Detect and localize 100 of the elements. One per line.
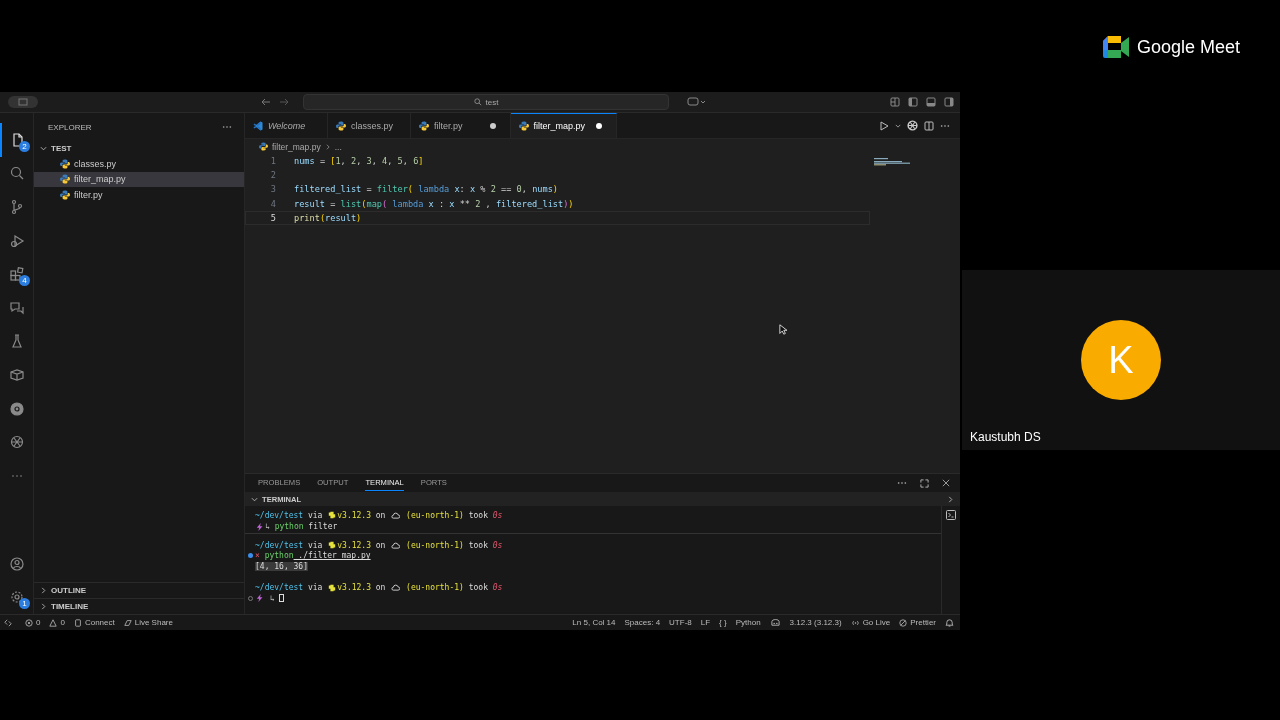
terminal-text: ~/dev/test: [255, 510, 304, 520]
chevron-icon: [40, 145, 47, 152]
caret-icon[interactable]: [895, 122, 901, 129]
cloud-icon: [391, 541, 401, 549]
folder-item[interactable]: TEST: [34, 141, 244, 156]
error-count[interactable]: 0: [25, 618, 41, 627]
code-line: result = list(map( lambda x : x ** 2 , filtered_list)): [294, 198, 574, 209]
terminal-text: via: [307, 510, 324, 520]
breadcrumb-item[interactable]: ...: [334, 141, 342, 152]
error-icon: [25, 618, 33, 627]
file-link[interactable]: ./filter_map.py: [293, 551, 371, 561]
sidebar-title: EXPLORER: [48, 122, 92, 132]
line-number: 5: [269, 212, 277, 223]
participant-name: Kaustubh DS: [970, 430, 1041, 444]
prettier-icon: [899, 618, 908, 627]
maximize-icon[interactable]: [920, 478, 929, 488]
terminal-text: v3.12.3: [337, 583, 371, 593]
editor-tab[interactable]: filter.py: [411, 113, 511, 138]
knot-icon[interactable]: [907, 120, 918, 131]
search-icon: [8, 165, 25, 182]
box-icon: [8, 366, 25, 383]
editor-tab[interactable]: classes.py: [328, 113, 411, 138]
layout-toggle-icon[interactable]: [8, 96, 38, 108]
breadcrumb-item[interactable]: filter_map.py: [272, 141, 321, 152]
terminal-icon[interactable]: [946, 510, 956, 520]
chevron-icon[interactable]: [947, 495, 954, 503]
back-arrow-icon[interactable]: [261, 97, 271, 107]
status-item[interactable]: Python: [735, 618, 761, 627]
terminal-text: on: [374, 540, 387, 550]
go-live-button[interactable]: Go Live: [850, 618, 891, 627]
terminal-text: via: [307, 583, 324, 593]
terminal-text: python: [273, 522, 304, 532]
status-item[interactable]: 3.12.3 (3.12.3): [789, 618, 842, 627]
meet-brand: Google Meet: [1136, 36, 1240, 58]
status-item[interactable]: Spaces: 4: [624, 618, 661, 627]
status-item[interactable]: Ln 5, Col 14: [572, 618, 616, 627]
copilot-icon[interactable]: [769, 618, 781, 627]
remote-icon: [4, 618, 12, 627]
terminal-text: python: [263, 551, 294, 561]
status-item[interactable]: LF: [700, 618, 711, 627]
layout-icon[interactable]: [908, 97, 918, 107]
layout-icon[interactable]: [890, 97, 900, 107]
account-icon: [8, 555, 25, 572]
status-item[interactable]: UTF-8: [669, 618, 692, 627]
debug-icon: [8, 232, 25, 249]
layout-icon[interactable]: [926, 97, 936, 107]
connect-button[interactable]: Connect: [73, 618, 115, 627]
more-icon[interactable]: [222, 125, 232, 129]
cloud-icon: [391, 511, 401, 519]
terminal-text: ~/dev/test: [255, 540, 304, 550]
command-marker[interactable]: [247, 553, 253, 559]
prettier-button[interactable]: Prettier: [899, 618, 936, 627]
terminal-text: ×: [255, 551, 260, 561]
terminal-output: [4, 16, 36]: [255, 562, 308, 572]
code-line: nums = [1, 2, 3, 4, 5, 6]: [294, 156, 424, 167]
live-share-button[interactable]: Live Share: [123, 618, 173, 627]
more-icon[interactable]: [940, 123, 950, 128]
terminal-text: via: [307, 540, 324, 550]
activity-item[interactable]: 1: [0, 580, 33, 614]
terminal-text: took: [467, 510, 489, 520]
warning-count[interactable]: 0: [49, 618, 65, 627]
close-icon[interactable]: [942, 479, 950, 487]
chat-icon[interactable]: [687, 97, 707, 107]
terminal-text: 0s: [492, 510, 503, 520]
file-item[interactable]: filter.py: [34, 187, 244, 203]
extensions-icon: [8, 266, 25, 283]
layout-icon[interactable]: [944, 97, 954, 107]
file-item[interactable]: classes.py: [34, 156, 244, 172]
chevron-icon: [324, 143, 331, 150]
activity-item[interactable]: 2: [0, 123, 33, 157]
line-number: 4: [269, 198, 277, 209]
terminal-text: ↳: [265, 522, 270, 532]
split-editor-icon[interactable]: [924, 120, 934, 131]
terminal-text: 0s: [492, 540, 503, 550]
count-badge: 1: [19, 598, 30, 609]
editor-tab[interactable]: filter_map.py: [510, 113, 618, 138]
python-icon: [60, 189, 70, 200]
bell-icon[interactable]: [945, 618, 954, 627]
run-icon[interactable]: [879, 120, 889, 131]
activity-item[interactable]: 4: [0, 257, 33, 291]
bolt-icon: [256, 522, 264, 531]
chevron-icon: [251, 495, 258, 503]
search-icon: [473, 98, 482, 106]
more-icon[interactable]: [897, 481, 907, 485]
terminal-text: (eu-north-1): [405, 583, 464, 593]
terminal-text: ↳: [268, 593, 276, 603]
chevron-icon: [40, 603, 47, 610]
forward-arrow-icon[interactable]: [279, 97, 289, 107]
line-number: 3: [269, 184, 277, 195]
code-line: print(result): [294, 212, 362, 223]
avatar: K: [1081, 320, 1161, 400]
status-item[interactable]: { }: [719, 618, 727, 627]
terminal-text: 0s: [492, 583, 503, 593]
broadcast-icon: [850, 618, 860, 627]
section-header[interactable]: OUTLINE: [34, 582, 244, 598]
mouse-pointer-icon: [779, 324, 787, 335]
terminal-cursor: [279, 594, 285, 603]
file-item[interactable]: filter_map.py: [34, 171, 244, 187]
editor-tab[interactable]: Welcome: [245, 113, 328, 138]
search-field[interactable]: test: [303, 94, 669, 110]
